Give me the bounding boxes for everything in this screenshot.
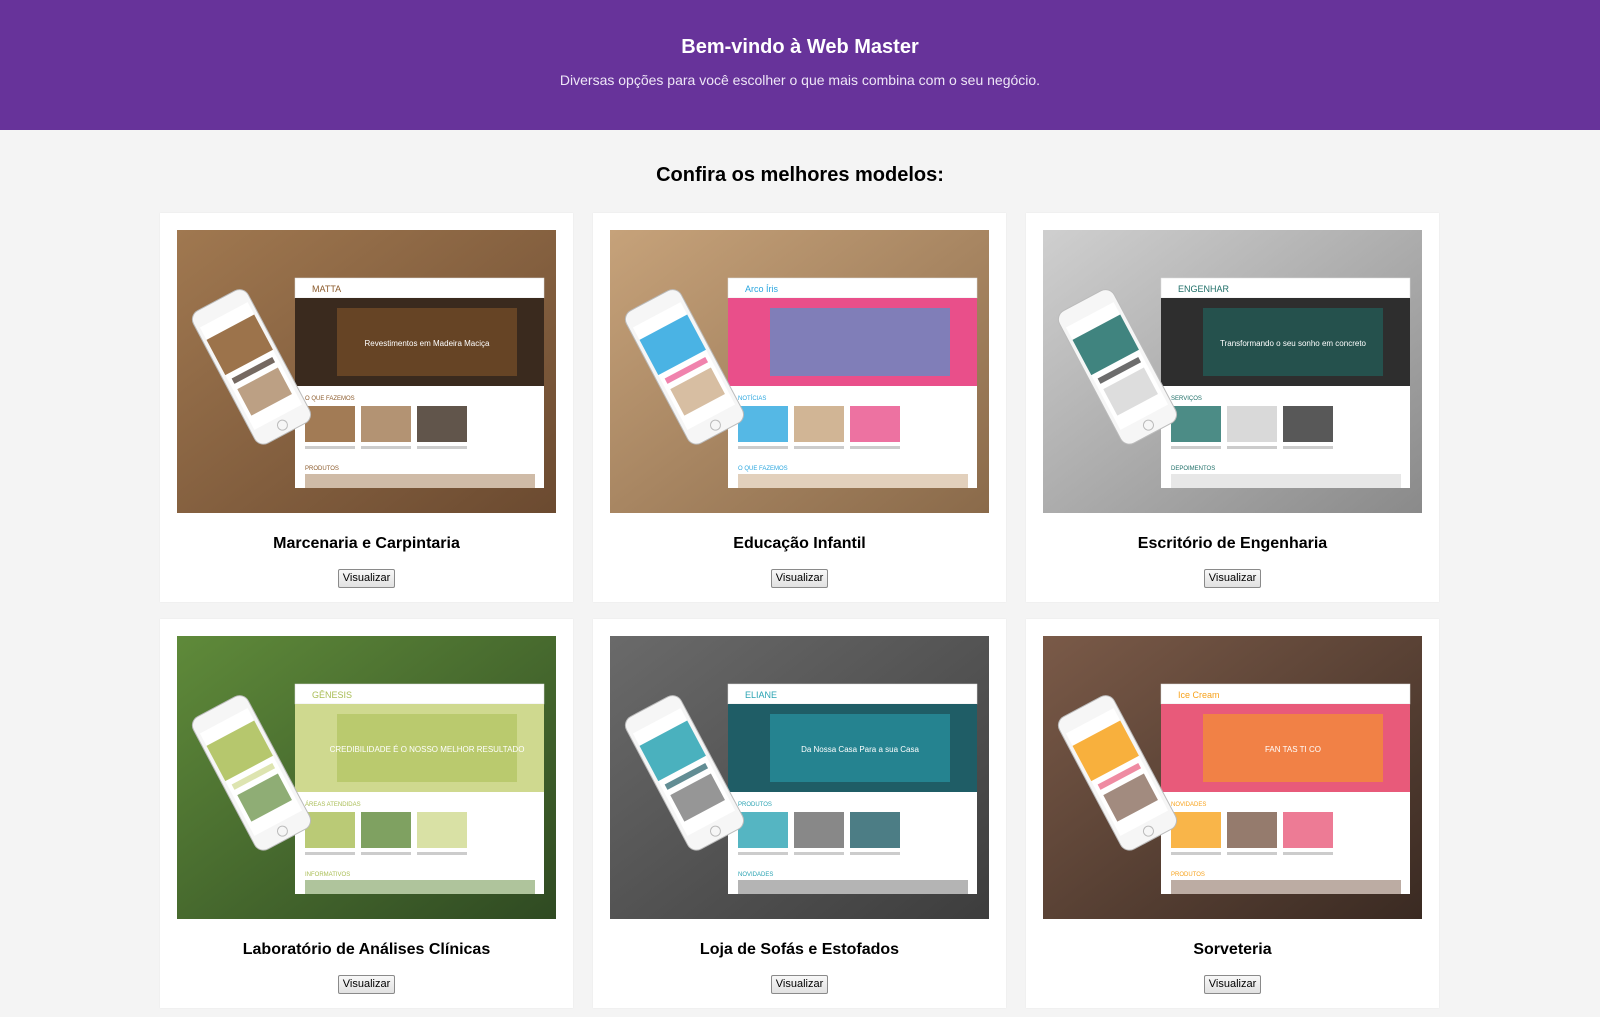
preview-section-label: PRODUTOS xyxy=(738,802,772,808)
template-title: Educação Infantil xyxy=(733,535,866,552)
preview-headline-text: Transformando o seu sonho em concreto xyxy=(1220,339,1367,348)
preview-section-label: NOVIDADES xyxy=(1171,802,1206,808)
template-card: ENGENHAR Transformando o seu sonho em con… xyxy=(1026,213,1439,602)
preview-section-label: ÁREAS ATENDIDAS xyxy=(305,801,361,808)
template-card: Arco Íris NOTÍCIAS O QUE FAZEMOS Educação I… xyxy=(593,213,1006,602)
preview-brand-text: ELIANE xyxy=(745,690,777,700)
template-preview-image[interactable]: Ice Cream FAN TAS TI CO NOVIDADES PRODUTOS xyxy=(1043,636,1422,919)
preview-headline-text: CREDIBILIDADE É O NOSSO MELHOR RESULTADO xyxy=(330,745,525,754)
visualizar-button[interactable]: Visualizar xyxy=(1203,975,1262,994)
preview-section-label: DEPOIMENTOS xyxy=(1171,466,1215,472)
template-preview-image[interactable]: ENGENHAR Transformando o seu sonho em con… xyxy=(1043,230,1422,513)
preview-section-label: SERVIÇOS xyxy=(1171,396,1202,402)
template-preview-image[interactable]: ELIANE Da Nossa Casa Para a sua Casa PRODU… xyxy=(610,636,989,919)
visualizar-button[interactable]: Visualizar xyxy=(337,975,396,994)
preview-section-label: NOTÍCIAS xyxy=(738,395,766,402)
preview-brand-text: Ice Cream xyxy=(1178,690,1220,700)
preview-section-label: O QUE FAZEMOS xyxy=(305,396,355,402)
template-title: Loja de Sofás e Estofados xyxy=(699,941,900,958)
preview-section-label: PRODUTOS xyxy=(1171,872,1205,878)
template-card: Ice Cream FAN TAS TI CO NOVIDADES PRODUTOS S… xyxy=(1026,619,1439,1008)
preview-headline-text: Revestimentos em Madeira Maciça xyxy=(365,339,490,348)
visualizar-button[interactable]: Visualizar xyxy=(1203,569,1262,588)
visualizar-button[interactable]: Visualizar xyxy=(770,975,829,994)
preview-headline-text: FAN TAS TI CO xyxy=(1265,745,1321,754)
preview-section-label: INFORMATIVOS xyxy=(305,872,350,878)
preview-section-label: O QUE FAZEMOS xyxy=(738,466,788,472)
preview-brand-text: ENGENHAR xyxy=(1178,284,1230,294)
section-title: Confira os melhores modelos: xyxy=(656,164,944,186)
visualizar-button[interactable]: Visualizar xyxy=(337,569,396,588)
template-preview-image[interactable]: GÊNESIS CREDIBILIDADE É O NOSSO MELHOR RE… xyxy=(177,636,556,919)
preview-brand-text: Arco Íris xyxy=(745,284,779,294)
template-card: MATTA Revestimentos em Madeira Maciça O QU… xyxy=(160,213,573,602)
template-title: Laboratório de Análises Clínicas xyxy=(242,941,491,958)
template-card: ELIANE Da Nossa Casa Para a sua Casa PRODU… xyxy=(593,619,1006,1008)
preview-section-label: PRODUTOS xyxy=(305,466,339,472)
template-preview-image[interactable]: Arco Íris NOTÍCIAS O QUE FAZEMOS xyxy=(610,230,989,513)
template-title: Escritório de Engenharia xyxy=(1137,535,1328,552)
template-title: Marcenaria e Carpintaria xyxy=(273,535,460,552)
visualizar-button[interactable]: Visualizar xyxy=(770,569,829,588)
template-grid: MATTA Revestimentos em Madeira Maciça O QU… xyxy=(160,213,1439,1008)
preview-headline-text: Da Nossa Casa Para a sua Casa xyxy=(801,745,919,754)
preview-brand-text: MATTA xyxy=(312,284,341,294)
page-header: Bem-vindo à Web Master Diversas opções p… xyxy=(0,0,1600,130)
page-title: Bem-vindo à Web Master xyxy=(681,36,919,58)
page-subtitle: Diversas opções para você escolher o que… xyxy=(559,72,1041,88)
preview-brand-text: GÊNESIS xyxy=(312,690,352,700)
template-card: GÊNESIS CREDIBILIDADE É O NOSSO MELHOR RE… xyxy=(160,619,573,1008)
template-preview-image[interactable]: MATTA Revestimentos em Madeira Maciça O QU… xyxy=(177,230,556,513)
preview-section-label: NOVIDADES xyxy=(738,872,773,878)
template-title: Sorveteria xyxy=(1193,941,1272,958)
